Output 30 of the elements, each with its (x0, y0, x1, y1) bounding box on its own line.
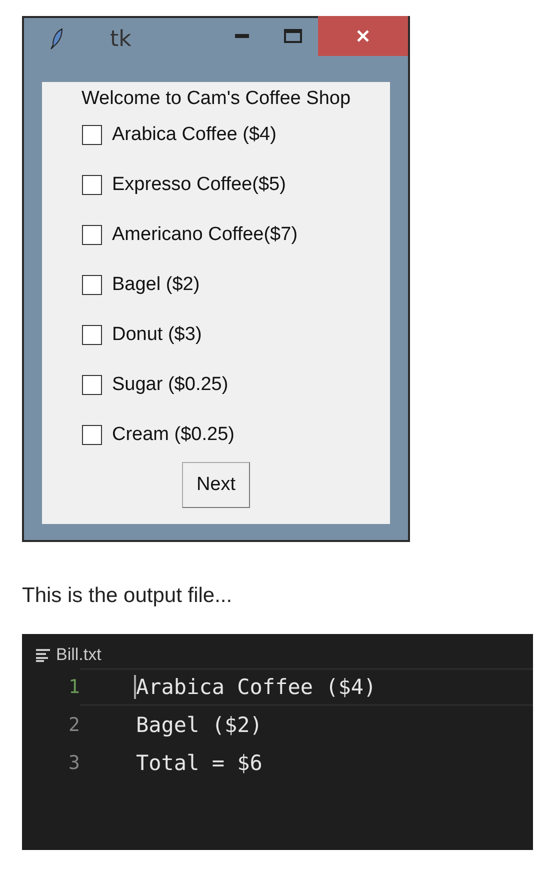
checkbox-label: Arabica Coffee ($4) (112, 124, 276, 146)
text-file-icon (36, 648, 50, 662)
close-icon (356, 29, 370, 43)
checkbox[interactable] (82, 425, 102, 445)
code-line: Arabica Coffee ($4) (134, 675, 376, 699)
minimize-icon (235, 34, 249, 38)
line-number: 3 (68, 752, 80, 774)
checkbox[interactable] (82, 375, 102, 395)
feather-icon (50, 28, 64, 50)
next-button[interactable]: Next (182, 462, 250, 508)
checkbox-label: Expresso Coffee($5) (112, 174, 286, 196)
code-line: Bagel ($2) (135, 713, 262, 737)
checkbox[interactable] (82, 225, 102, 245)
line-number: 1 (68, 676, 80, 698)
checkbox[interactable] (82, 175, 102, 195)
checkbox-label: Bagel ($2) (112, 274, 200, 296)
checkbox[interactable] (82, 325, 102, 345)
maximize-icon (284, 29, 302, 43)
welcome-heading: Welcome to Cam's Coffee Shop (81, 88, 351, 110)
checkbox-label: Americano Coffee($7) (112, 224, 298, 246)
checkbox[interactable] (82, 275, 102, 295)
window-title: tk (110, 26, 132, 52)
code-line: Total = $6 (135, 751, 262, 775)
caption-text: This is the output file... (22, 584, 234, 608)
checkbox-label: Donut ($3) (112, 324, 202, 346)
checkbox-label: Cream ($0.25) (112, 424, 234, 446)
file-tab[interactable]: Bill.txt (36, 642, 533, 668)
line-number: 2 (68, 714, 80, 736)
checkbox[interactable] (82, 125, 102, 145)
checkbox-label: Sugar ($0.25) (112, 374, 228, 396)
